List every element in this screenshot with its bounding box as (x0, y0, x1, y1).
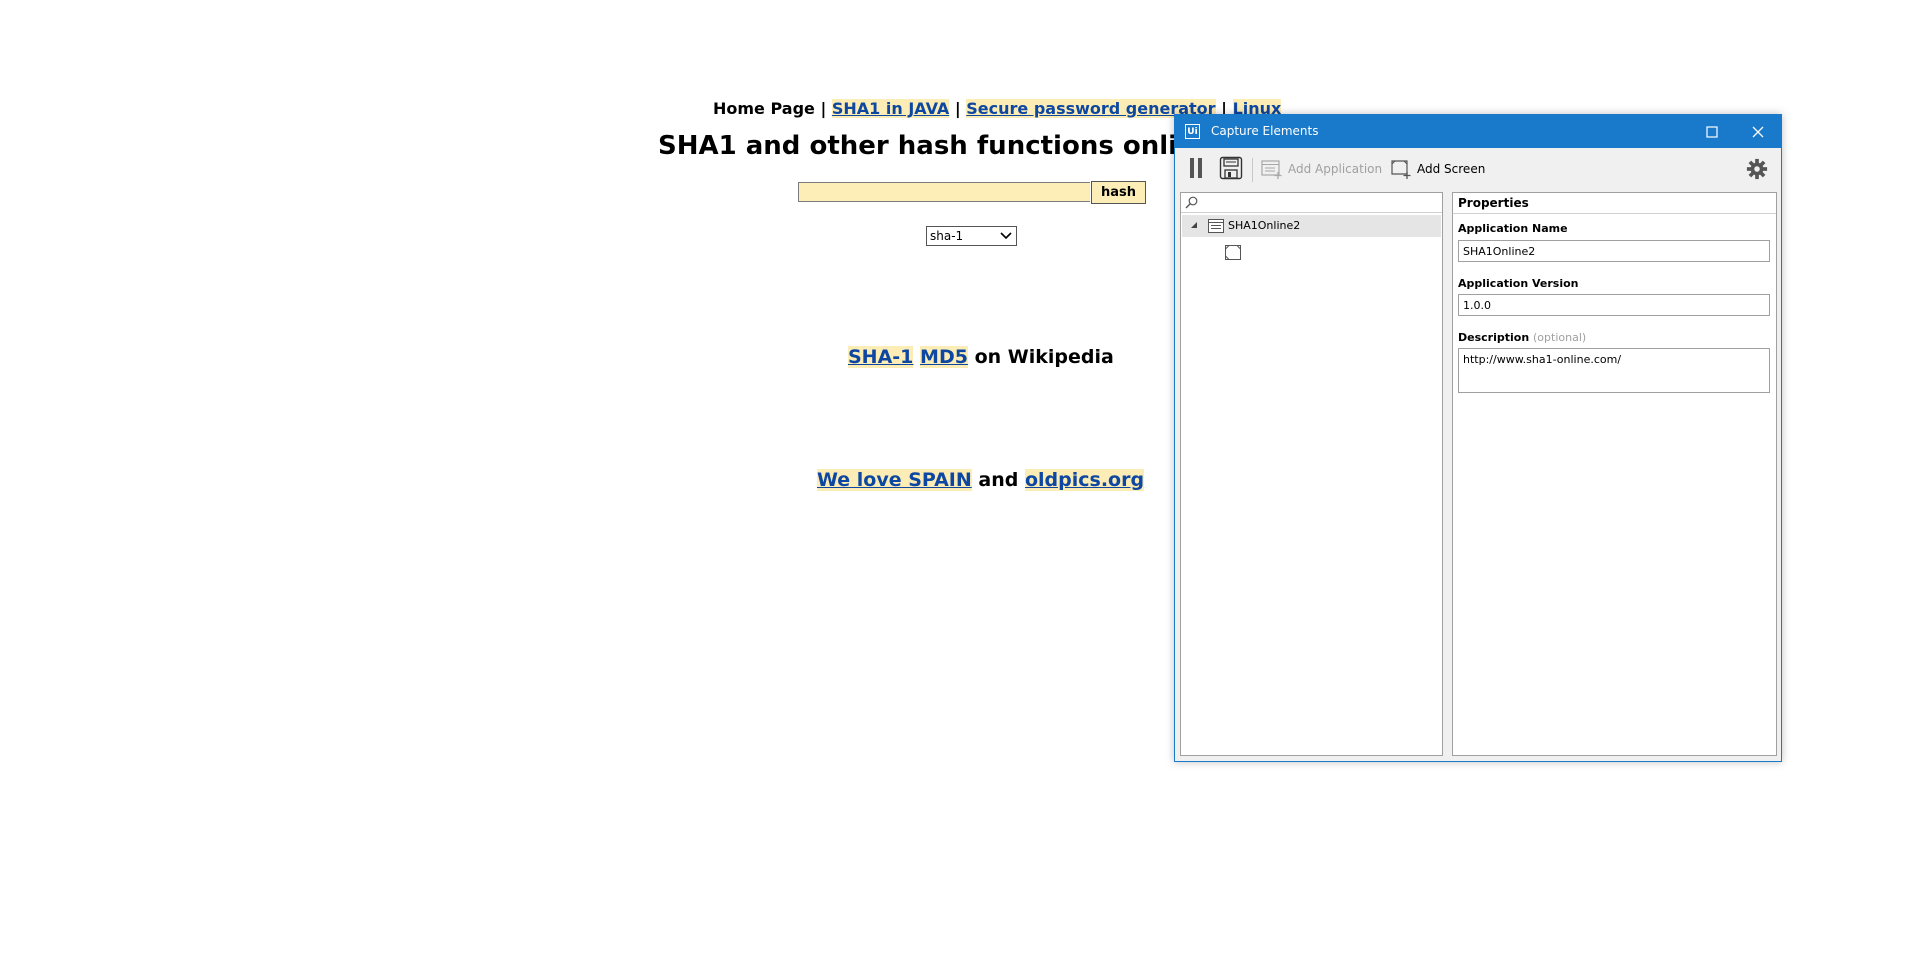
save-button[interactable] (1219, 156, 1243, 180)
hash-button[interactable]: hash (1091, 181, 1146, 204)
add-screen-icon (1391, 160, 1411, 179)
collapse-triangle-icon[interactable] (1190, 221, 1198, 229)
add-application-label: Add Application (1288, 162, 1383, 176)
tree-node-screen[interactable] (1225, 245, 1241, 264)
hash-input[interactable] (798, 182, 1090, 202)
gear-icon (1746, 158, 1768, 180)
tree-search-row (1181, 193, 1442, 213)
maximize-icon (1706, 125, 1718, 138)
wikipedia-links: SHA-1 MD5 on Wikipedia (848, 346, 1114, 368)
description-label: Description (optional) (1458, 331, 1586, 344)
tree-node-label: SHA1Online2 (1228, 219, 1301, 232)
screen-icon (1225, 245, 1241, 260)
oldpics-link[interactable]: oldpics.org (1024, 469, 1145, 491)
elements-tree-panel: SHA1Online2 (1180, 192, 1443, 756)
settings-button[interactable] (1746, 158, 1768, 180)
sha-1-wikipedia-link[interactable]: SHA-1 (848, 346, 914, 368)
tree-node-application[interactable]: SHA1Online2 (1182, 215, 1441, 237)
algorithm-select[interactable]: sha-1 (926, 226, 1017, 246)
properties-header: Properties (1453, 193, 1776, 214)
add-screen-label: Add Screen (1417, 162, 1486, 176)
and-text: and (978, 469, 1019, 491)
chevron-down-icon (1000, 232, 1012, 240)
add-screen-button[interactable]: Add Screen (1390, 159, 1485, 179)
close-icon (1752, 126, 1764, 137)
description-field[interactable]: http://www.sha1-online.com/ (1458, 348, 1770, 393)
uipath-app-icon: Ui (1185, 124, 1200, 139)
nav-separator: | (954, 99, 961, 118)
application-name-label: Application Name (1458, 222, 1568, 235)
add-application-icon (1261, 160, 1282, 179)
capture-elements-window: Ui Capture Elements Add Application Add … (1174, 114, 1782, 762)
save-icon (1219, 156, 1243, 180)
tree-search-input[interactable] (1203, 193, 1442, 213)
window-title: Capture Elements (1211, 124, 1319, 138)
application-name-field[interactable] (1458, 240, 1770, 262)
we-love-spain-link[interactable]: We love SPAIN (817, 469, 972, 491)
add-application-button[interactable]: Add Application (1261, 159, 1382, 179)
properties-panel: Properties Application Name Application … (1452, 192, 1777, 756)
application-version-field[interactable] (1458, 294, 1770, 316)
application-icon (1208, 219, 1224, 233)
nav-separator: | (820, 99, 827, 118)
application-version-label: Application Version (1458, 277, 1579, 290)
toolbar-divider (1252, 158, 1253, 182)
pause-icon (1190, 158, 1202, 178)
maximize-button[interactable] (1689, 115, 1735, 148)
description-optional-hint: (optional) (1533, 331, 1587, 344)
window-titlebar[interactable]: Ui Capture Elements (1175, 115, 1781, 148)
algorithm-selected-value: sha-1 (930, 229, 964, 243)
search-icon (1185, 196, 1198, 209)
promo-links: We love SPAIN and oldpics.org (817, 469, 1145, 491)
pause-button[interactable] (1188, 156, 1204, 180)
capture-toolbar: Add Application Add Screen (1175, 148, 1781, 188)
md5-wikipedia-link[interactable]: MD5 (920, 346, 968, 368)
sha1-in-java-link[interactable]: SHA1 in JAVA (831, 99, 950, 118)
close-button[interactable] (1735, 115, 1781, 148)
description-label-text: Description (1458, 331, 1530, 344)
wikipedia-suffix: on Wikipedia (974, 346, 1114, 368)
home-page-label: Home Page (713, 99, 815, 118)
